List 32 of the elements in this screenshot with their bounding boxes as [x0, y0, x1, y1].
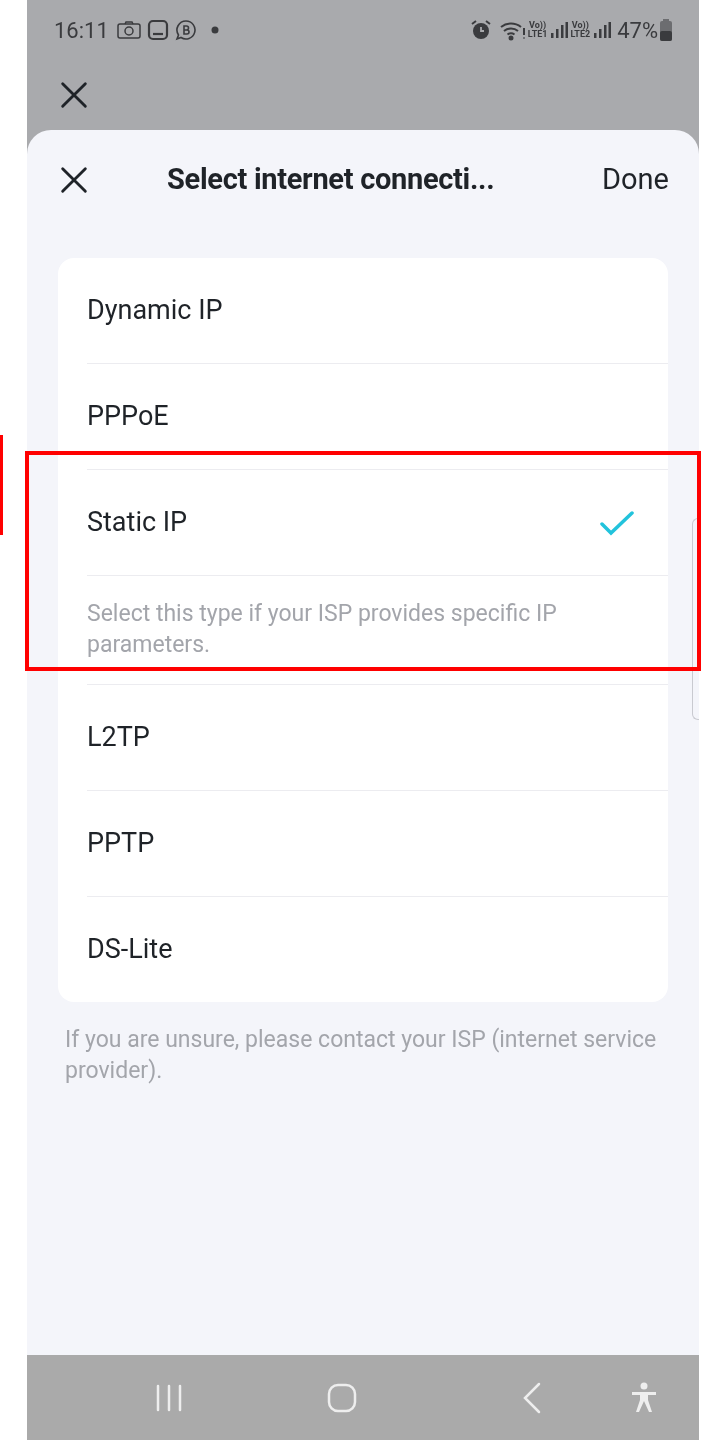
home-button[interactable]: [327, 1382, 357, 1413]
option-description: Select this type if your ISP provides specific IP parameters.: [87, 599, 558, 660]
connection-option[interactable]: DS-Lite: [87, 897, 668, 1002]
back-button[interactable]: [522, 1381, 542, 1414]
connection-option[interactable]: L2TP: [87, 685, 668, 790]
recent-apps-icon: [155, 1382, 183, 1413]
done-button[interactable]: Done: [602, 158, 669, 202]
back-icon: [522, 1381, 542, 1414]
clock: 16:11: [54, 16, 109, 45]
lte-label: LTE2: [570, 30, 591, 39]
tablet-icon: [146, 19, 169, 41]
accessibility-button[interactable]: [630, 1381, 658, 1414]
connection-option[interactable]: Static IP: [87, 470, 668, 575]
sheet-title: Select internet connecti...: [167, 161, 495, 199]
alarm-icon: [469, 19, 492, 41]
signal-icon: [550, 21, 569, 39]
accessibility-icon: [630, 1381, 658, 1414]
volte-label: Vo)): [571, 21, 589, 30]
camera-icon: [116, 21, 141, 39]
lte-label: LTE1: [527, 30, 548, 39]
battery-icon: [660, 19, 672, 41]
connection-option[interactable]: Dynamic IP: [87, 258, 668, 363]
connection-option[interactable]: PPPoE: [87, 364, 668, 469]
chat-b-icon: [174, 19, 197, 41]
signal-icon: [593, 21, 612, 39]
recent-apps-button[interactable]: [155, 1382, 183, 1413]
help-note: If you are unsure, please contact your ISP (internet service provider).: [65, 1025, 658, 1086]
battery-percent: 47%: [617, 16, 658, 45]
volte-label: Vo)): [529, 21, 547, 30]
connection-option[interactable]: PPTP: [87, 791, 668, 896]
dot-icon: [210, 26, 219, 34]
home-icon: [327, 1382, 357, 1413]
